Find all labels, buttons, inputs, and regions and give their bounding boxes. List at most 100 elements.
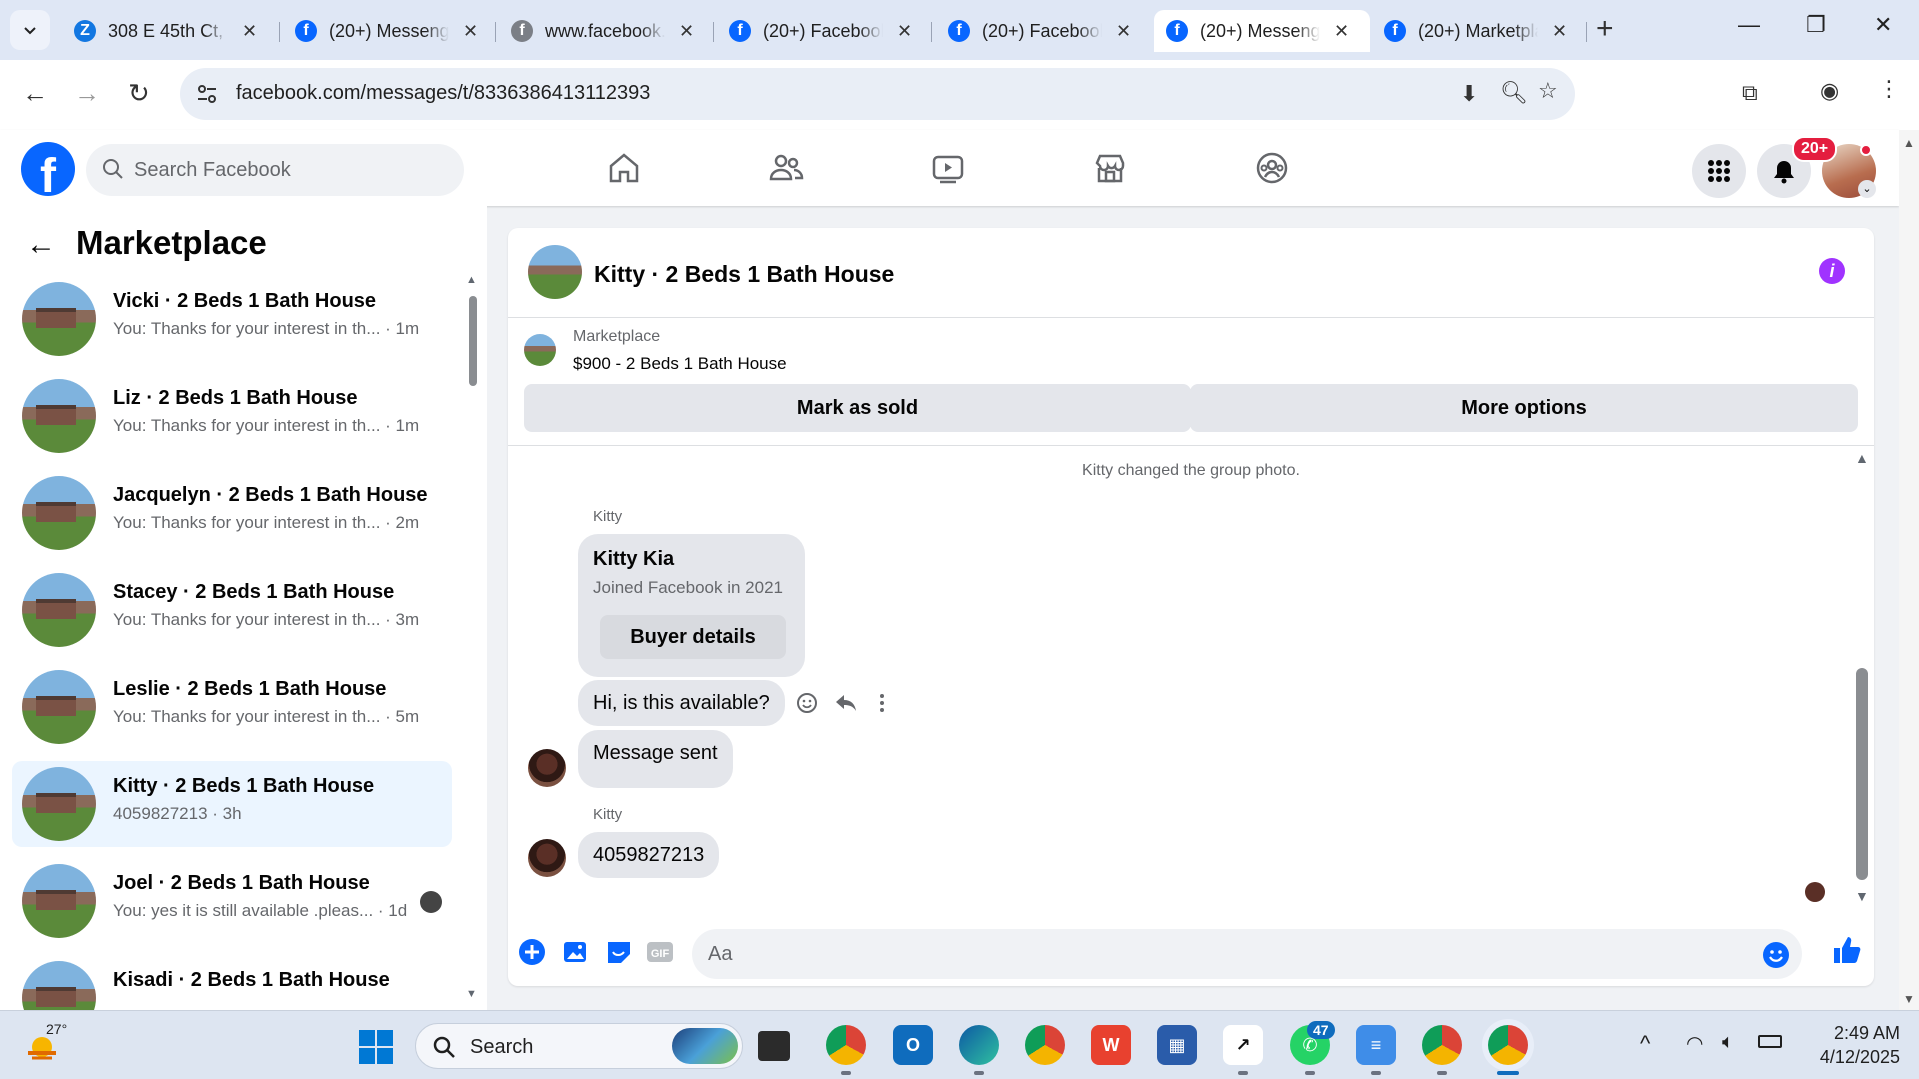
taskbar-clock[interactable]: 2:49 AM 4/12/2025 bbox=[1808, 1021, 1900, 1069]
taskbar-search[interactable]: Search bbox=[415, 1023, 743, 1069]
sender-avatar[interactable] bbox=[528, 839, 566, 877]
thumbs-up-icon[interactable] bbox=[1831, 934, 1863, 966]
conversation-item[interactable]: Liz · 2 Beds 1 Bath House You: Thanks fo… bbox=[12, 373, 452, 459]
conversation-item[interactable]: Jacquelyn · 2 Beds 1 Bath House You: Tha… bbox=[12, 470, 452, 556]
address-bar[interactable]: facebook.com/messages/t/8336386413112393… bbox=[180, 68, 1575, 120]
browser-tab[interactable]: f (20+) Facebook ✕ bbox=[936, 10, 1143, 52]
outlook-icon[interactable]: O bbox=[893, 1025, 933, 1065]
close-icon[interactable]: ✕ bbox=[1334, 21, 1349, 42]
close-icon[interactable]: ✕ bbox=[242, 21, 257, 42]
forward-arrow-icon[interactable]: → bbox=[74, 78, 100, 109]
chevron-down-icon[interactable]: ⌄ bbox=[1858, 180, 1876, 198]
buyer-details-button[interactable]: Buyer details bbox=[600, 615, 786, 659]
scroll-down-arrow-icon[interactable]: ▼ bbox=[1855, 888, 1869, 904]
restore-icon[interactable]: ❐ bbox=[1806, 12, 1826, 38]
back-arrow-icon[interactable]: ← bbox=[22, 78, 48, 109]
reload-icon[interactable]: ↻ bbox=[128, 78, 150, 109]
conversation-item[interactable]: Leslie · 2 Beds 1 Bath House You: Thanks… bbox=[12, 664, 452, 750]
install-app-icon[interactable]: ⬇ bbox=[1460, 81, 1478, 107]
home-icon[interactable] bbox=[606, 150, 642, 186]
browser-tab[interactable]: Z 308 E 45th Ct, ✕ bbox=[62, 10, 269, 52]
zillow-icon: Z bbox=[74, 20, 96, 42]
zoom-icon[interactable]: 🔍︎ bbox=[1500, 80, 1528, 106]
close-window-icon[interactable]: ✕ bbox=[1874, 12, 1892, 38]
browser-tab[interactable]: f (20+) Marketplace ✕ bbox=[1372, 10, 1579, 52]
chat-scrollbar-thumb[interactable] bbox=[1856, 668, 1868, 880]
scroll-down-arrow-icon[interactable]: ▼ bbox=[1903, 992, 1915, 1006]
marketplace-icon[interactable] bbox=[1092, 150, 1128, 186]
listing-thumbnail[interactable] bbox=[524, 334, 556, 366]
microsoft-store-icon[interactable]: ▦ bbox=[1157, 1025, 1197, 1065]
close-icon[interactable]: ✕ bbox=[463, 21, 478, 42]
stock-app-icon[interactable]: ↗ bbox=[1223, 1025, 1263, 1065]
gif-icon[interactable]: GIF bbox=[646, 938, 674, 966]
photo-icon[interactable] bbox=[562, 938, 590, 966]
more-kebab-icon[interactable] bbox=[878, 692, 886, 714]
chrome-icon[interactable] bbox=[1025, 1025, 1065, 1065]
message-bubble[interactable]: Hi, is this available? bbox=[578, 680, 785, 726]
wifi-icon[interactable]: ◠ bbox=[1686, 1031, 1703, 1056]
close-icon[interactable]: ✕ bbox=[897, 21, 912, 42]
conversation-item[interactable]: Stacey · 2 Beds 1 Bath House You: Thanks… bbox=[12, 567, 452, 653]
bookmark-star-icon[interactable]: ☆ bbox=[1538, 78, 1558, 104]
react-emoji-icon[interactable] bbox=[796, 692, 818, 714]
listing-thumbnail[interactable] bbox=[528, 245, 582, 299]
scroll-up-arrow-icon[interactable]: ▲ bbox=[1903, 136, 1915, 150]
friends-icon[interactable] bbox=[768, 150, 804, 186]
browser-tab[interactable]: f (20+) Messenger ✕ bbox=[283, 10, 490, 52]
menu-kebab-icon[interactable]: ⋮ bbox=[1878, 76, 1900, 102]
volume-icon[interactable]: 🔈︎ bbox=[1722, 1031, 1734, 1054]
more-options-button[interactable]: More options bbox=[1190, 384, 1858, 432]
page-scrollbar[interactable]: ▲ ▼ bbox=[1899, 130, 1919, 1010]
close-icon[interactable]: ✕ bbox=[1116, 21, 1131, 42]
task-view-icon[interactable] bbox=[758, 1031, 790, 1061]
browser-tab-active[interactable]: f (20+) Messenger ✕ bbox=[1154, 10, 1370, 52]
close-icon[interactable]: ✕ bbox=[1552, 21, 1567, 42]
chat-title[interactable]: Kitty · 2 Beds 1 Bath House bbox=[594, 261, 894, 288]
wps-office-icon[interactable]: W bbox=[1091, 1025, 1131, 1065]
notepad-icon[interactable]: ≡ bbox=[1356, 1025, 1396, 1065]
close-icon[interactable]: ✕ bbox=[679, 21, 694, 42]
listing-price[interactable]: $900 - 2 Beds 1 Bath House bbox=[573, 354, 787, 374]
conversation-name: Jacquelyn · 2 Beds 1 Bath House bbox=[113, 484, 428, 506]
browser-tab[interactable]: f www.facebook.com ✕ bbox=[499, 10, 706, 52]
info-icon[interactable]: i bbox=[1819, 258, 1845, 284]
conversation-item[interactable]: Kisadi · 2 Beds 1 Bath House bbox=[12, 955, 452, 1010]
menu-grid-button[interactable] bbox=[1692, 144, 1746, 198]
facebook-logo[interactable]: f bbox=[21, 142, 75, 196]
message-input[interactable]: Aa bbox=[692, 929, 1802, 979]
scroll-down-arrow-icon[interactable]: ▼ bbox=[466, 988, 477, 1000]
site-settings-icon[interactable] bbox=[194, 81, 220, 107]
conversation-item[interactable]: Joel · 2 Beds 1 Bath House You: yes it i… bbox=[12, 858, 452, 944]
minimize-icon[interactable]: — bbox=[1738, 12, 1760, 38]
conversation-item-active[interactable]: Kitty · 2 Beds 1 Bath House 4059827213 ·… bbox=[12, 761, 452, 847]
sticker-icon[interactable] bbox=[605, 938, 633, 966]
conversation-item[interactable]: Vicki · 2 Beds 1 Bath House You: Thanks … bbox=[12, 276, 452, 362]
chrome-profile-icon[interactable] bbox=[1422, 1025, 1462, 1065]
back-arrow-icon[interactable]: ← bbox=[26, 228, 56, 262]
browser-tab[interactable]: f (20+) Facebook ✕ bbox=[717, 10, 924, 52]
profile-icon[interactable]: ◉ bbox=[1820, 78, 1839, 104]
groups-icon[interactable] bbox=[1254, 150, 1290, 186]
extensions-icon[interactable]: ⧉ bbox=[1742, 80, 1758, 106]
scrollbar-thumb[interactable] bbox=[469, 296, 477, 386]
video-icon[interactable] bbox=[930, 150, 966, 186]
scroll-up-arrow-icon[interactable]: ▲ bbox=[1855, 450, 1869, 466]
chevron-up-icon[interactable]: ^ bbox=[1640, 1031, 1650, 1057]
sender-avatar[interactable] bbox=[528, 749, 566, 787]
emoji-icon[interactable] bbox=[1762, 941, 1790, 969]
message-bubble[interactable]: Message sent bbox=[578, 730, 733, 788]
edge-icon[interactable] bbox=[959, 1025, 999, 1065]
message-bubble[interactable]: 4059827213 bbox=[578, 832, 720, 878]
facebook-search-input[interactable]: Search Facebook bbox=[86, 144, 464, 196]
new-tab-plus-icon[interactable]: + bbox=[1596, 12, 1614, 46]
windows-start-icon[interactable] bbox=[358, 1029, 394, 1065]
plus-circle-icon[interactable] bbox=[518, 938, 546, 966]
battery-icon[interactable] bbox=[1758, 1035, 1782, 1048]
scroll-up-arrow-icon[interactable]: ▲ bbox=[466, 274, 477, 286]
tab-search-button[interactable] bbox=[10, 10, 50, 50]
mark-as-sold-button[interactable]: Mark as sold bbox=[524, 384, 1191, 432]
chrome-icon[interactable] bbox=[826, 1025, 866, 1065]
reply-icon[interactable] bbox=[834, 692, 858, 714]
chrome-active-icon[interactable] bbox=[1488, 1025, 1528, 1065]
